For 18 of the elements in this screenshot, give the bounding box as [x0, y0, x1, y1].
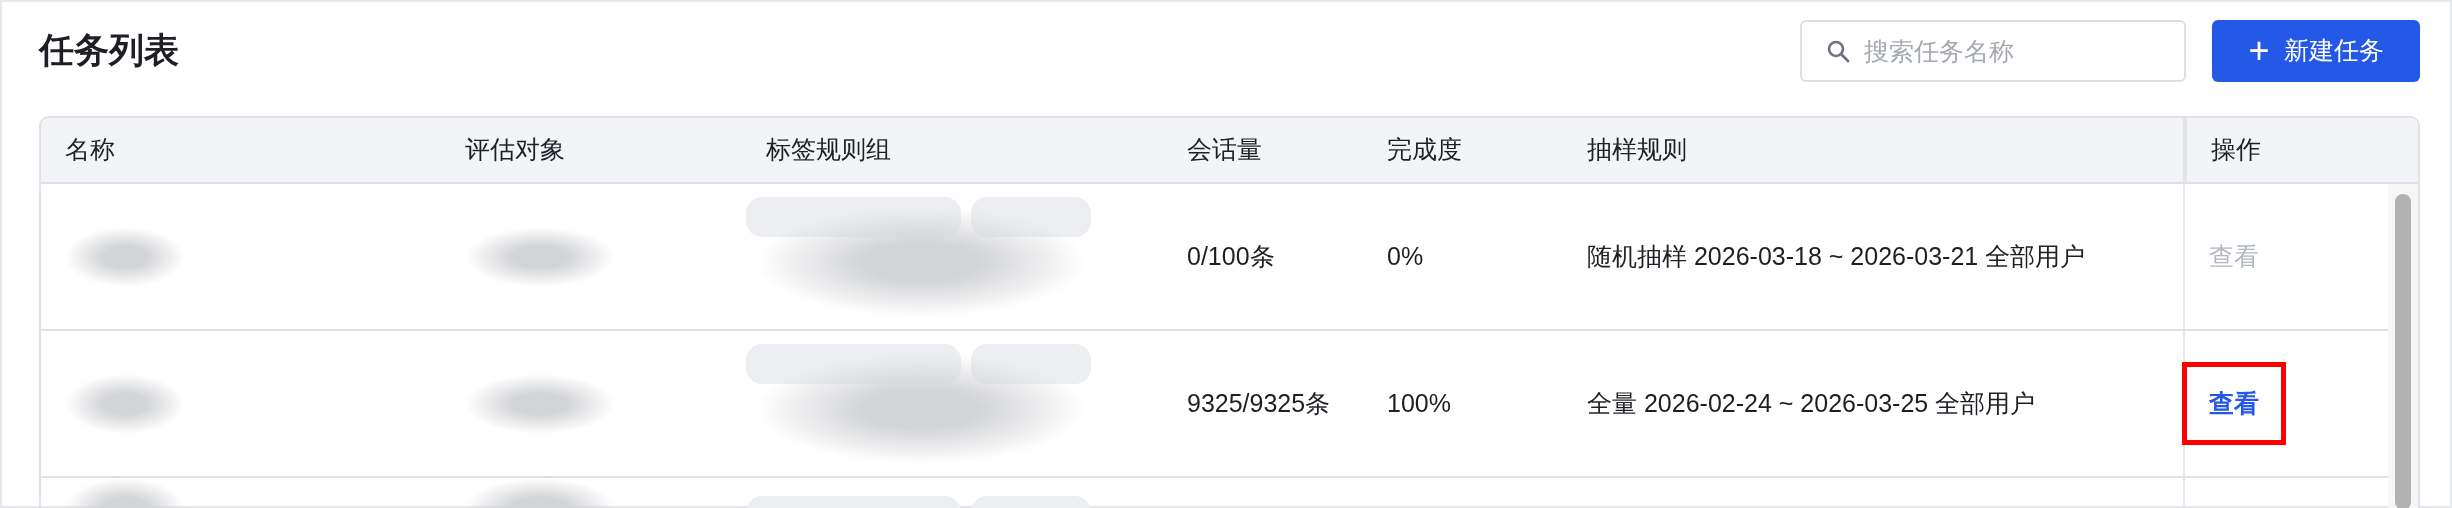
column-header: 会话量	[1187, 134, 1262, 166]
table-cell-text: 全量 2026-02-24 ~ 2026-03-25 全部用户	[1587, 387, 2036, 419]
search-field[interactable]: 搜索任务名称	[1800, 20, 2186, 82]
column-header: 评估对象	[465, 134, 565, 166]
table-cell-text: 随机抽样 2026-03-18 ~ 2026-03-21 全部用户	[1587, 240, 2086, 272]
table-cell-text: 0%	[1387, 240, 1424, 272]
table-cell-text: 0/100条	[1187, 240, 1275, 272]
page-title: 任务列表	[39, 29, 179, 71]
column-header: 名称	[65, 134, 115, 166]
column-header: 标签规则组	[766, 134, 891, 166]
column-header: 操作	[2211, 134, 2261, 166]
view-link[interactable]: 查看	[2182, 361, 2286, 446]
scrollbar[interactable]	[2388, 184, 2418, 508]
table-cell-text: 9325/9325条	[1187, 387, 1331, 419]
column-header: 完成度	[1387, 134, 1462, 166]
new-task-button[interactable]: + 新建任务	[2212, 20, 2420, 82]
column-header: 抽样规则	[1587, 134, 1687, 166]
table-cell-text: 100%	[1387, 387, 1451, 419]
